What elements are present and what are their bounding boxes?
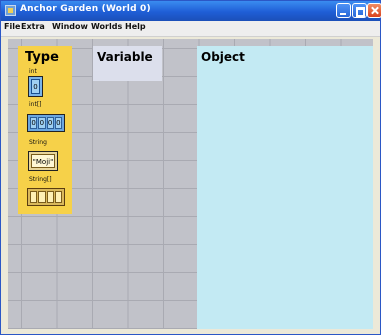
string-array-label: String[] <box>29 176 52 183</box>
menu-extra[interactable]: Extra <box>21 22 45 31</box>
int-type-block[interactable]: 0 <box>28 76 43 97</box>
variable-panel[interactable]: Variable <box>93 46 162 81</box>
string-array-cell <box>46 191 54 203</box>
int-array-cell: 0 <box>54 117 62 129</box>
object-heading: Object <box>201 50 245 64</box>
string-value: "Moji" <box>31 154 55 168</box>
string-array-cell <box>54 191 62 203</box>
title-bar[interactable]: Anchor Garden (World 0) <box>1 1 381 21</box>
string-type-block[interactable]: "Moji" <box>28 151 58 171</box>
string-array-cell <box>30 191 38 203</box>
menu-help[interactable]: Help <box>125 22 146 31</box>
menu-file[interactable]: File <box>4 22 20 31</box>
menu-window[interactable]: Window <box>52 22 88 31</box>
int-array-cell: 0 <box>38 117 46 129</box>
app-icon <box>5 5 16 16</box>
main-window: Anchor Garden (World 0) File Extra Windo… <box>0 0 381 335</box>
minimize-button[interactable] <box>336 3 351 18</box>
variable-heading: Variable <box>97 50 153 64</box>
int-array-type-block[interactable]: 0 0 0 0 <box>27 114 65 132</box>
int-array-cell: 0 <box>46 117 54 129</box>
int-value: 0 <box>31 79 40 94</box>
maximize-button[interactable] <box>352 3 367 18</box>
window-title: Anchor Garden (World 0) <box>20 4 151 14</box>
int-label: int <box>29 68 37 75</box>
int-array-cell: 0 <box>30 117 38 129</box>
menu-bar: File Extra Window Worlds Help <box>1 21 380 37</box>
string-array-type-block[interactable] <box>27 188 65 206</box>
close-button[interactable] <box>367 3 381 18</box>
string-label: String <box>29 139 47 146</box>
type-heading: Type <box>25 50 59 65</box>
object-panel[interactable]: Object <box>197 46 373 329</box>
menu-worlds[interactable]: Worlds <box>91 22 122 31</box>
type-palette: Type int 0 int[] 0 0 0 0 String "Moji" S… <box>18 46 72 214</box>
string-array-cell <box>38 191 46 203</box>
int-array-label: int[] <box>29 101 42 108</box>
